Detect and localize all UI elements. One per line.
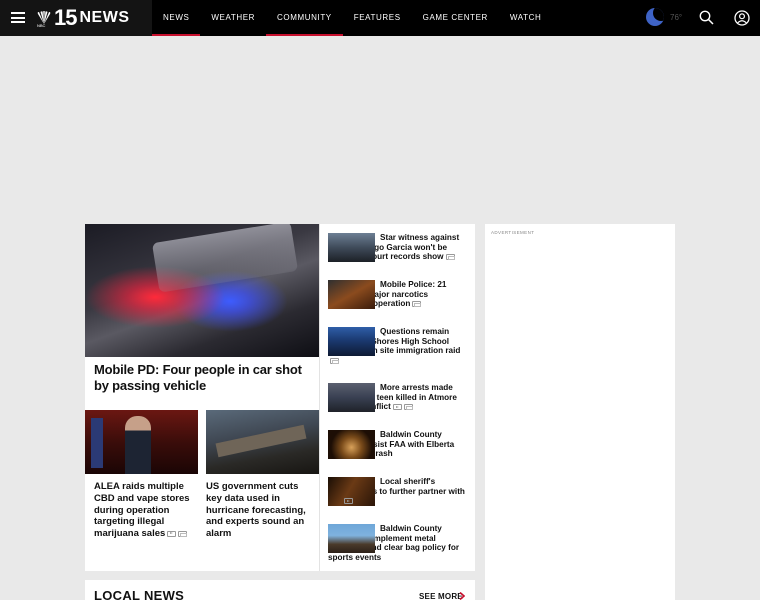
headline-thumbnail[interactable] <box>328 383 375 412</box>
gallery-icon <box>330 357 339 364</box>
headline-thumbnail[interactable] <box>328 524 375 553</box>
headline-thumbnail[interactable] <box>328 327 375 356</box>
list-item[interactable]: Local sheriff's departments to further p… <box>328 477 468 506</box>
search-icon[interactable] <box>699 10 714 25</box>
top-stories-card: Mobile PD: Four people in car shot by pa… <box>85 224 475 571</box>
featured-story-image[interactable] <box>85 224 319 357</box>
nav-watch[interactable]: WATCH <box>499 0 552 36</box>
menu-icon[interactable] <box>11 12 25 23</box>
nav-community[interactable]: COMMUNITY <box>266 0 343 36</box>
logo-network-label: NBC <box>37 23 46 28</box>
list-item[interactable]: Mobile Police: 21 arrests in major narco… <box>328 280 468 309</box>
list-item[interactable]: Questions remain about Gulf Shores High … <box>328 327 468 365</box>
user-icon[interactable] <box>734 10 750 26</box>
see-more-link[interactable]: SEE MORE <box>419 592 463 600</box>
advertisement-slot[interactable]: ADVERTISEMENT <box>485 224 675 600</box>
headline-thumbnail[interactable] <box>328 430 375 459</box>
headline-thumbnail[interactable] <box>328 280 375 309</box>
local-news-section: LOCAL NEWS SEE MORE <box>85 580 475 600</box>
nav-weather[interactable]: WEATHER <box>200 0 266 36</box>
list-item[interactable]: Baldwin County schools to implement meta… <box>328 524 468 562</box>
headline-thumbnail[interactable] <box>328 233 375 262</box>
temperature: 76° <box>670 12 683 22</box>
gallery-icon <box>445 254 455 261</box>
brand-area: 15 NEWS NBC <box>0 0 152 36</box>
video-icon <box>343 498 353 505</box>
gallery-icon <box>403 404 413 411</box>
list-item[interactable]: Star witness against Kilmar Abrego Garci… <box>328 233 468 262</box>
gallery-icon <box>412 301 422 308</box>
gallery-icon <box>178 530 188 537</box>
section-title: LOCAL NEWS <box>94 588 185 600</box>
nav-features[interactable]: FEATURES <box>343 0 412 36</box>
secondary-story-image[interactable] <box>85 410 198 474</box>
logo-news-word: NEWS <box>79 9 130 26</box>
secondary-story-image[interactable] <box>206 410 319 474</box>
secondary-story-title[interactable]: ALEA raids multiple CBD and vape stores … <box>94 481 202 540</box>
video-icon <box>167 530 177 537</box>
weather-widget[interactable]: 76° <box>646 8 682 26</box>
list-item[interactable]: More arrests made after 2 shot, teen kil… <box>328 383 468 412</box>
featured-story-title[interactable]: Mobile PD: Four people in car shot by pa… <box>94 362 309 394</box>
moon-icon <box>646 8 664 26</box>
top-navigation-bar: 15 NEWS NBC NEWS WEATHER COMMUNITY FEATU… <box>0 0 760 36</box>
chevron-right-icon[interactable] <box>459 592 465 600</box>
main-nav: NEWS WEATHER COMMUNITY FEATURES GAME CEN… <box>152 0 552 36</box>
logo-channel-number: 15 <box>54 5 78 30</box>
advertisement-label: ADVERTISEMENT <box>491 230 535 235</box>
column-divider <box>319 224 320 571</box>
video-icon <box>392 404 402 411</box>
secondary-story-title[interactable]: US government cuts key data used in hurr… <box>206 481 314 540</box>
list-item[interactable]: Baldwin County deputies assist FAA with … <box>328 430 468 459</box>
nav-news[interactable]: NEWS <box>152 0 201 36</box>
station-logo[interactable]: 15 NEWS NBC <box>36 7 129 29</box>
nav-game-center[interactable]: GAME CENTER <box>412 0 499 36</box>
